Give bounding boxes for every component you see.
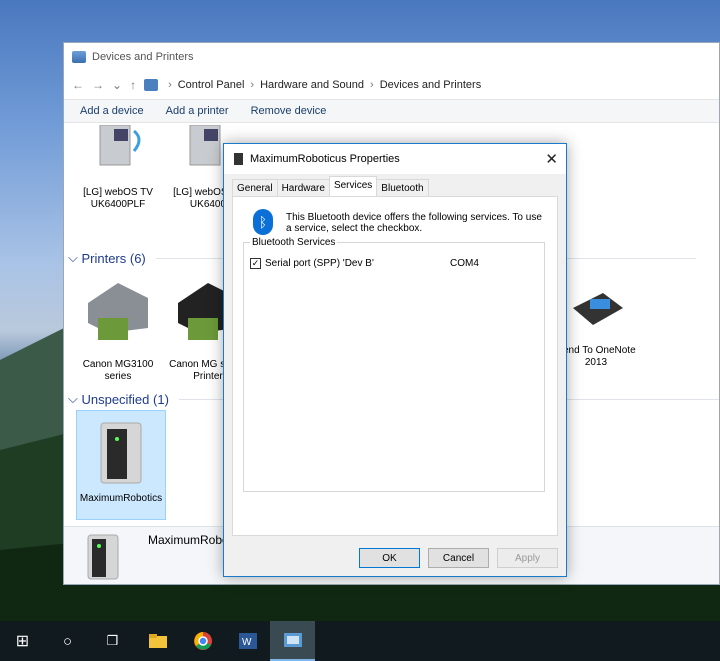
close-button[interactable]: ✕ [545, 150, 558, 168]
explorer-titlebar: Devices and Printers [64, 43, 719, 71]
generic-device-icon [93, 419, 149, 487]
address-bar[interactable]: ← → ⌄ ↑ › Control Panel › Hardware and S… [64, 71, 719, 99]
control-panel-taskbar-icon[interactable] [270, 621, 315, 661]
printer-icon [78, 273, 158, 353]
services-description: This Bluetooth device offers the followi… [286, 212, 542, 234]
start-button[interactable]: ⊞ [0, 621, 45, 661]
window-title: Devices and Printers [92, 51, 194, 63]
printer-label: Canon MG3100 series [82, 359, 154, 382]
bluetooth-services-group: Bluetooth Services ✓ Serial port (SPP) '… [243, 237, 545, 492]
service-row[interactable]: ✓ Serial port (SPP) 'Dev B' COM4 [250, 258, 540, 269]
back-arrow-icon[interactable]: ← [72, 78, 84, 92]
service-port: COM4 [450, 258, 479, 269]
service-name: Serial port (SPP) 'Dev B' [265, 258, 374, 269]
devices-printers-icon [72, 51, 86, 63]
unspecified-device-tile[interactable]: MaximumRobotics [76, 410, 166, 520]
chrome-icon[interactable] [180, 621, 225, 661]
printer-label: Send To OneNote 2013 [556, 345, 636, 368]
apply-button[interactable]: Apply [497, 548, 558, 568]
generic-device-icon [82, 533, 126, 584]
dialog-buttons: OK Cancel Apply [351, 548, 558, 568]
svg-text:W: W [242, 637, 252, 648]
ok-button[interactable]: OK [359, 548, 420, 568]
file-explorer-icon[interactable] [135, 621, 180, 661]
add-printer-button[interactable]: Add a printer [166, 105, 229, 117]
device-icon [234, 153, 243, 165]
search-button[interactable]: ○ [45, 621, 90, 661]
add-device-button[interactable]: Add a device [80, 105, 144, 117]
word-icon[interactable]: W [225, 621, 270, 661]
device-tile[interactable]: [LG] webOS TV UK6400PLF [78, 124, 158, 211]
forward-arrow-icon[interactable]: → [92, 78, 104, 92]
up-arrow-icon[interactable]: ↑ [130, 78, 136, 92]
tab-bluetooth[interactable]: Bluetooth [376, 179, 429, 196]
task-view-button[interactable]: ❒ [90, 621, 135, 661]
dialog-title: MaximumRoboticus Properties [250, 153, 400, 165]
cancel-button[interactable]: Cancel [428, 548, 489, 568]
remove-device-button[interactable]: Remove device [251, 105, 327, 117]
taskbar: ⊞ ○ ❒ W [0, 621, 720, 661]
command-bar: Add a device Add a printer Remove device [64, 99, 719, 123]
control-panel-icon [144, 79, 159, 91]
tab-services[interactable]: Services [328, 176, 378, 196]
services-panel: ᛒ This Bluetooth device offers the follo… [232, 196, 558, 536]
tab-general[interactable]: General [232, 179, 278, 196]
device-label: [LG] webOS TV UK6400PLF [83, 187, 153, 210]
tab-hardware[interactable]: Hardware [276, 179, 330, 196]
properties-dialog: MaximumRoboticus Properties ✕ General Ha… [223, 143, 567, 577]
details-device-name: MaximumRobot [148, 533, 233, 547]
bluetooth-icon: ᛒ [253, 209, 273, 235]
breadcrumb-devices-printers[interactable]: Devices and Printers [380, 79, 482, 91]
service-checkbox[interactable]: ✓ [250, 258, 261, 269]
breadcrumb-control-panel[interactable]: Control Panel [178, 79, 245, 91]
breadcrumb-hardware-sound[interactable]: Hardware and Sound [260, 79, 364, 91]
services-legend: Bluetooth Services [250, 237, 338, 248]
tv-device-icon [90, 124, 146, 181]
printer-tile[interactable]: Canon MG3100 series [78, 273, 158, 383]
dialog-titlebar: MaximumRoboticus Properties ✕ [224, 144, 566, 174]
chevron-down-icon[interactable]: ⌄ [112, 78, 122, 92]
device-label: MaximumRobotics [79, 493, 163, 504]
tab-strip: General Hardware Services Bluetooth [232, 176, 429, 196]
printer-tile[interactable]: Send To OneNote 2013 [556, 283, 636, 369]
onenote-printer-icon [568, 283, 624, 339]
